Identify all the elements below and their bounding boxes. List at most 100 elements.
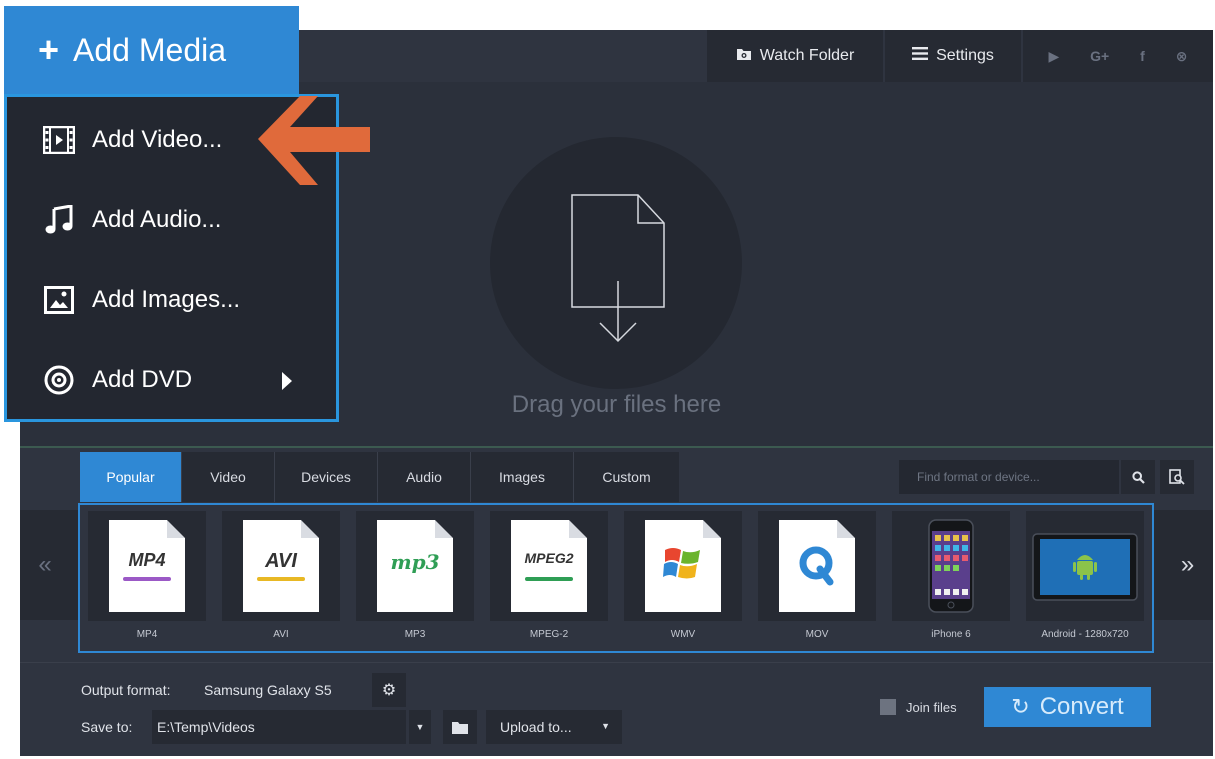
detect-device-button[interactable]: [1160, 460, 1194, 494]
output-format-value: Samsung Galaxy S5: [204, 682, 332, 698]
format-thumb: [624, 511, 742, 621]
save-path-dropdown[interactable]: ▼: [409, 710, 431, 744]
watch-folder-label: Watch Folder: [759, 47, 855, 64]
mp4-file-icon: MP4: [109, 520, 185, 612]
watch-folder-icon: [736, 47, 752, 66]
film-icon: [42, 123, 76, 157]
hamburger-icon: [912, 47, 929, 65]
chevron-down-icon: ▼: [415, 722, 425, 732]
format-thumb: mp3: [356, 511, 474, 621]
browse-folder-button[interactable]: [443, 710, 477, 744]
windows-logo-icon: [663, 548, 700, 579]
disc-icon: [42, 363, 76, 397]
pointer-arrow-icon: [258, 96, 370, 185]
add-media-button[interactable]: + Add Media: [4, 6, 299, 94]
watch-folder-button[interactable]: Watch Folder: [707, 30, 883, 82]
chevron-down-icon: ▼: [601, 721, 610, 731]
format-thumb: MPEG2: [490, 511, 608, 621]
mp3-badge: mp3: [390, 550, 440, 574]
format-avi[interactable]: AVI AVI: [222, 511, 340, 645]
mpeg2-badge: MPEG2: [524, 550, 574, 566]
tab-video[interactable]: Video: [182, 452, 275, 502]
format-label: MP4: [136, 629, 158, 640]
drop-circle: [490, 137, 742, 389]
format-list: MP4 MP4 AVI AVI mp3 MP3 MPEG2 MPEG-2 WMV…: [78, 503, 1154, 653]
format-thumb: [758, 511, 876, 621]
next-formats-button[interactable]: »: [1162, 510, 1213, 620]
format-panel: Popular Video Devices Audio Images Custo…: [20, 450, 1213, 662]
menu-item-add-images[interactable]: Add Images...: [7, 270, 336, 330]
format-mov[interactable]: MOV: [758, 511, 876, 645]
facebook-icon[interactable]: f: [1140, 48, 1145, 64]
settings-label: Settings: [936, 47, 994, 64]
format-label: Android - 1280x720: [1041, 629, 1129, 640]
format-mp4[interactable]: MP4 MP4: [88, 511, 206, 645]
music-note-icon: [42, 203, 76, 237]
join-files-label: Join files: [906, 699, 957, 715]
format-label: WMV: [670, 629, 696, 640]
checkbox-box: [880, 699, 896, 715]
folder-icon: [452, 721, 468, 734]
search-icon: [1131, 470, 1145, 484]
join-files-checkbox[interactable]: Join files: [880, 699, 957, 715]
menu-item-label: Add Video...: [92, 126, 223, 153]
format-thumb: [892, 511, 1010, 621]
iphone-icon: [928, 519, 974, 613]
social-links: ▶ G+ f ⊗: [1023, 30, 1213, 82]
format-search-input[interactable]: Find format or device...: [899, 460, 1119, 494]
wmv-file-icon: [645, 520, 721, 612]
format-wmv[interactable]: WMV: [624, 511, 742, 645]
upload-to-dropdown[interactable]: Upload to... ▼: [486, 710, 622, 744]
search-button[interactable]: [1121, 460, 1155, 494]
refresh-icon: ↻: [1011, 694, 1030, 719]
format-thumb: [1026, 511, 1144, 621]
format-thumb: AVI: [222, 511, 340, 621]
menu-item-label: Add DVD: [92, 366, 193, 393]
save-to-label: Save to:: [81, 719, 133, 735]
avi-badge: AVI: [265, 550, 297, 572]
mpeg2-file-icon: MPEG2: [511, 520, 587, 612]
tab-images[interactable]: Images: [471, 452, 574, 502]
mp3-file-icon: mp3: [377, 520, 453, 612]
file-download-icon: [571, 194, 665, 343]
format-label: iPhone 6: [931, 629, 971, 640]
output-settings-button[interactable]: ⚙: [372, 673, 406, 707]
mp4-badge: MP4: [128, 550, 166, 570]
device-search-icon: [1169, 469, 1185, 485]
format-android[interactable]: Android - 1280x720: [1026, 511, 1144, 645]
convert-button[interactable]: ↻ Convert: [984, 687, 1151, 727]
format-label: MPEG-2: [529, 629, 569, 640]
google-plus-icon[interactable]: G+: [1090, 48, 1109, 64]
image-icon: [42, 283, 76, 317]
prev-formats-button[interactable]: «: [20, 510, 70, 620]
menu-item-add-dvd[interactable]: Add DVD: [7, 350, 336, 410]
add-media-label: Add Media: [73, 31, 227, 68]
tab-custom[interactable]: Custom: [574, 452, 679, 502]
submenu-arrow-icon: [282, 372, 292, 390]
format-thumb: MP4: [88, 511, 206, 621]
tab-popular[interactable]: Popular: [80, 452, 182, 502]
settings-button[interactable]: Settings: [885, 30, 1021, 82]
save-path-field[interactable]: E:\Temp\Videos: [152, 710, 406, 744]
vk-icon[interactable]: ⊗: [1176, 48, 1188, 65]
bottom-bar: Output format: Samsung Galaxy S5 ⚙ Save …: [20, 662, 1213, 756]
format-label: AVI: [273, 629, 289, 640]
mov-file-icon: [779, 520, 855, 612]
android-tablet-icon: [1032, 533, 1138, 601]
upload-label: Upload to...: [500, 719, 572, 735]
avi-file-icon: AVI: [243, 520, 319, 612]
format-iphone6[interactable]: iPhone 6: [892, 511, 1010, 645]
format-label: MOV: [805, 629, 829, 640]
tab-audio[interactable]: Audio: [378, 452, 471, 502]
tab-devices[interactable]: Devices: [275, 452, 378, 502]
format-mpeg2[interactable]: MPEG2 MPEG-2: [490, 511, 608, 645]
output-format-label: Output format:: [81, 682, 171, 698]
convert-label: Convert: [1039, 693, 1124, 720]
quicktime-icon: [799, 546, 834, 586]
menu-item-label: Add Images...: [92, 286, 241, 313]
format-label: MP3: [404, 629, 426, 640]
menu-item-add-audio[interactable]: Add Audio...: [7, 190, 336, 250]
gear-icon: ⚙: [381, 682, 397, 699]
format-mp3[interactable]: mp3 MP3: [356, 511, 474, 645]
youtube-icon[interactable]: ▶: [1048, 48, 1059, 65]
